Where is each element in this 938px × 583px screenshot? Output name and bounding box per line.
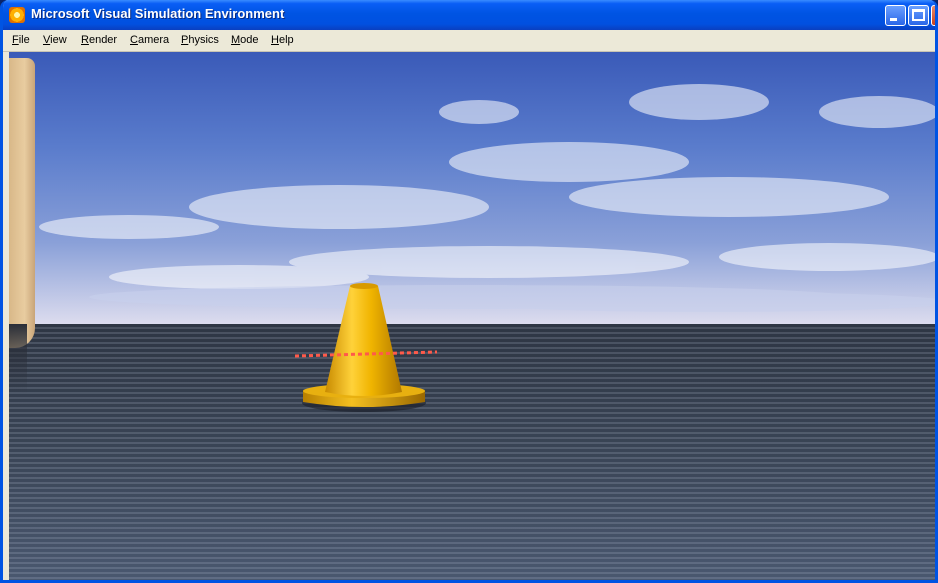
menu-mode-accel: M: [231, 34, 241, 46]
scene-objects: [294, 283, 438, 412]
menu-render-accel: R: [81, 34, 89, 46]
app-sun-icon[interactable]: [9, 7, 25, 23]
menu-file[interactable]: File: [12, 34, 30, 46]
menu-help-accel: H: [271, 34, 279, 46]
menu-help-label: elp: [278, 34, 294, 46]
menu-file-accel: F: [12, 34, 19, 46]
app-window: Microsoft Visual Simulation Environment …: [0, 0, 938, 583]
menu-file-label: ile: [18, 34, 30, 46]
laser-scan-line: [294, 350, 438, 358]
simulation-viewport[interactable]: [9, 52, 935, 580]
menu-view[interactable]: View: [43, 34, 67, 46]
maximize-button[interactable]: [908, 5, 929, 26]
maximize-icon: [912, 9, 925, 21]
menu-bar: File View Render Camera Physics Mode Hel…: [3, 30, 935, 52]
menu-camera[interactable]: Camera: [130, 34, 169, 46]
minimize-icon: [890, 18, 897, 21]
minimize-button[interactable]: [885, 5, 906, 26]
menu-help[interactable]: Help: [271, 34, 294, 46]
menu-render[interactable]: Render: [81, 34, 117, 46]
menu-mode-label: ode: [240, 34, 259, 46]
close-icon: ✕: [934, 5, 935, 25]
menu-mode[interactable]: Mode: [231, 34, 259, 46]
traffic-cone[interactable]: [302, 283, 426, 412]
close-button[interactable]: ✕: [931, 5, 935, 26]
menu-camera-accel: C: [130, 34, 138, 46]
title-bar[interactable]: Microsoft Visual Simulation Environment …: [3, 0, 935, 30]
menu-render-label: ender: [88, 34, 118, 46]
menu-physics[interactable]: Physics: [181, 34, 219, 46]
menu-physics-label: hysics: [188, 34, 219, 46]
window-title: Microsoft Visual Simulation Environment: [31, 6, 285, 21]
menu-camera-label: amera: [137, 34, 170, 46]
menu-view-label: iew: [50, 34, 67, 46]
